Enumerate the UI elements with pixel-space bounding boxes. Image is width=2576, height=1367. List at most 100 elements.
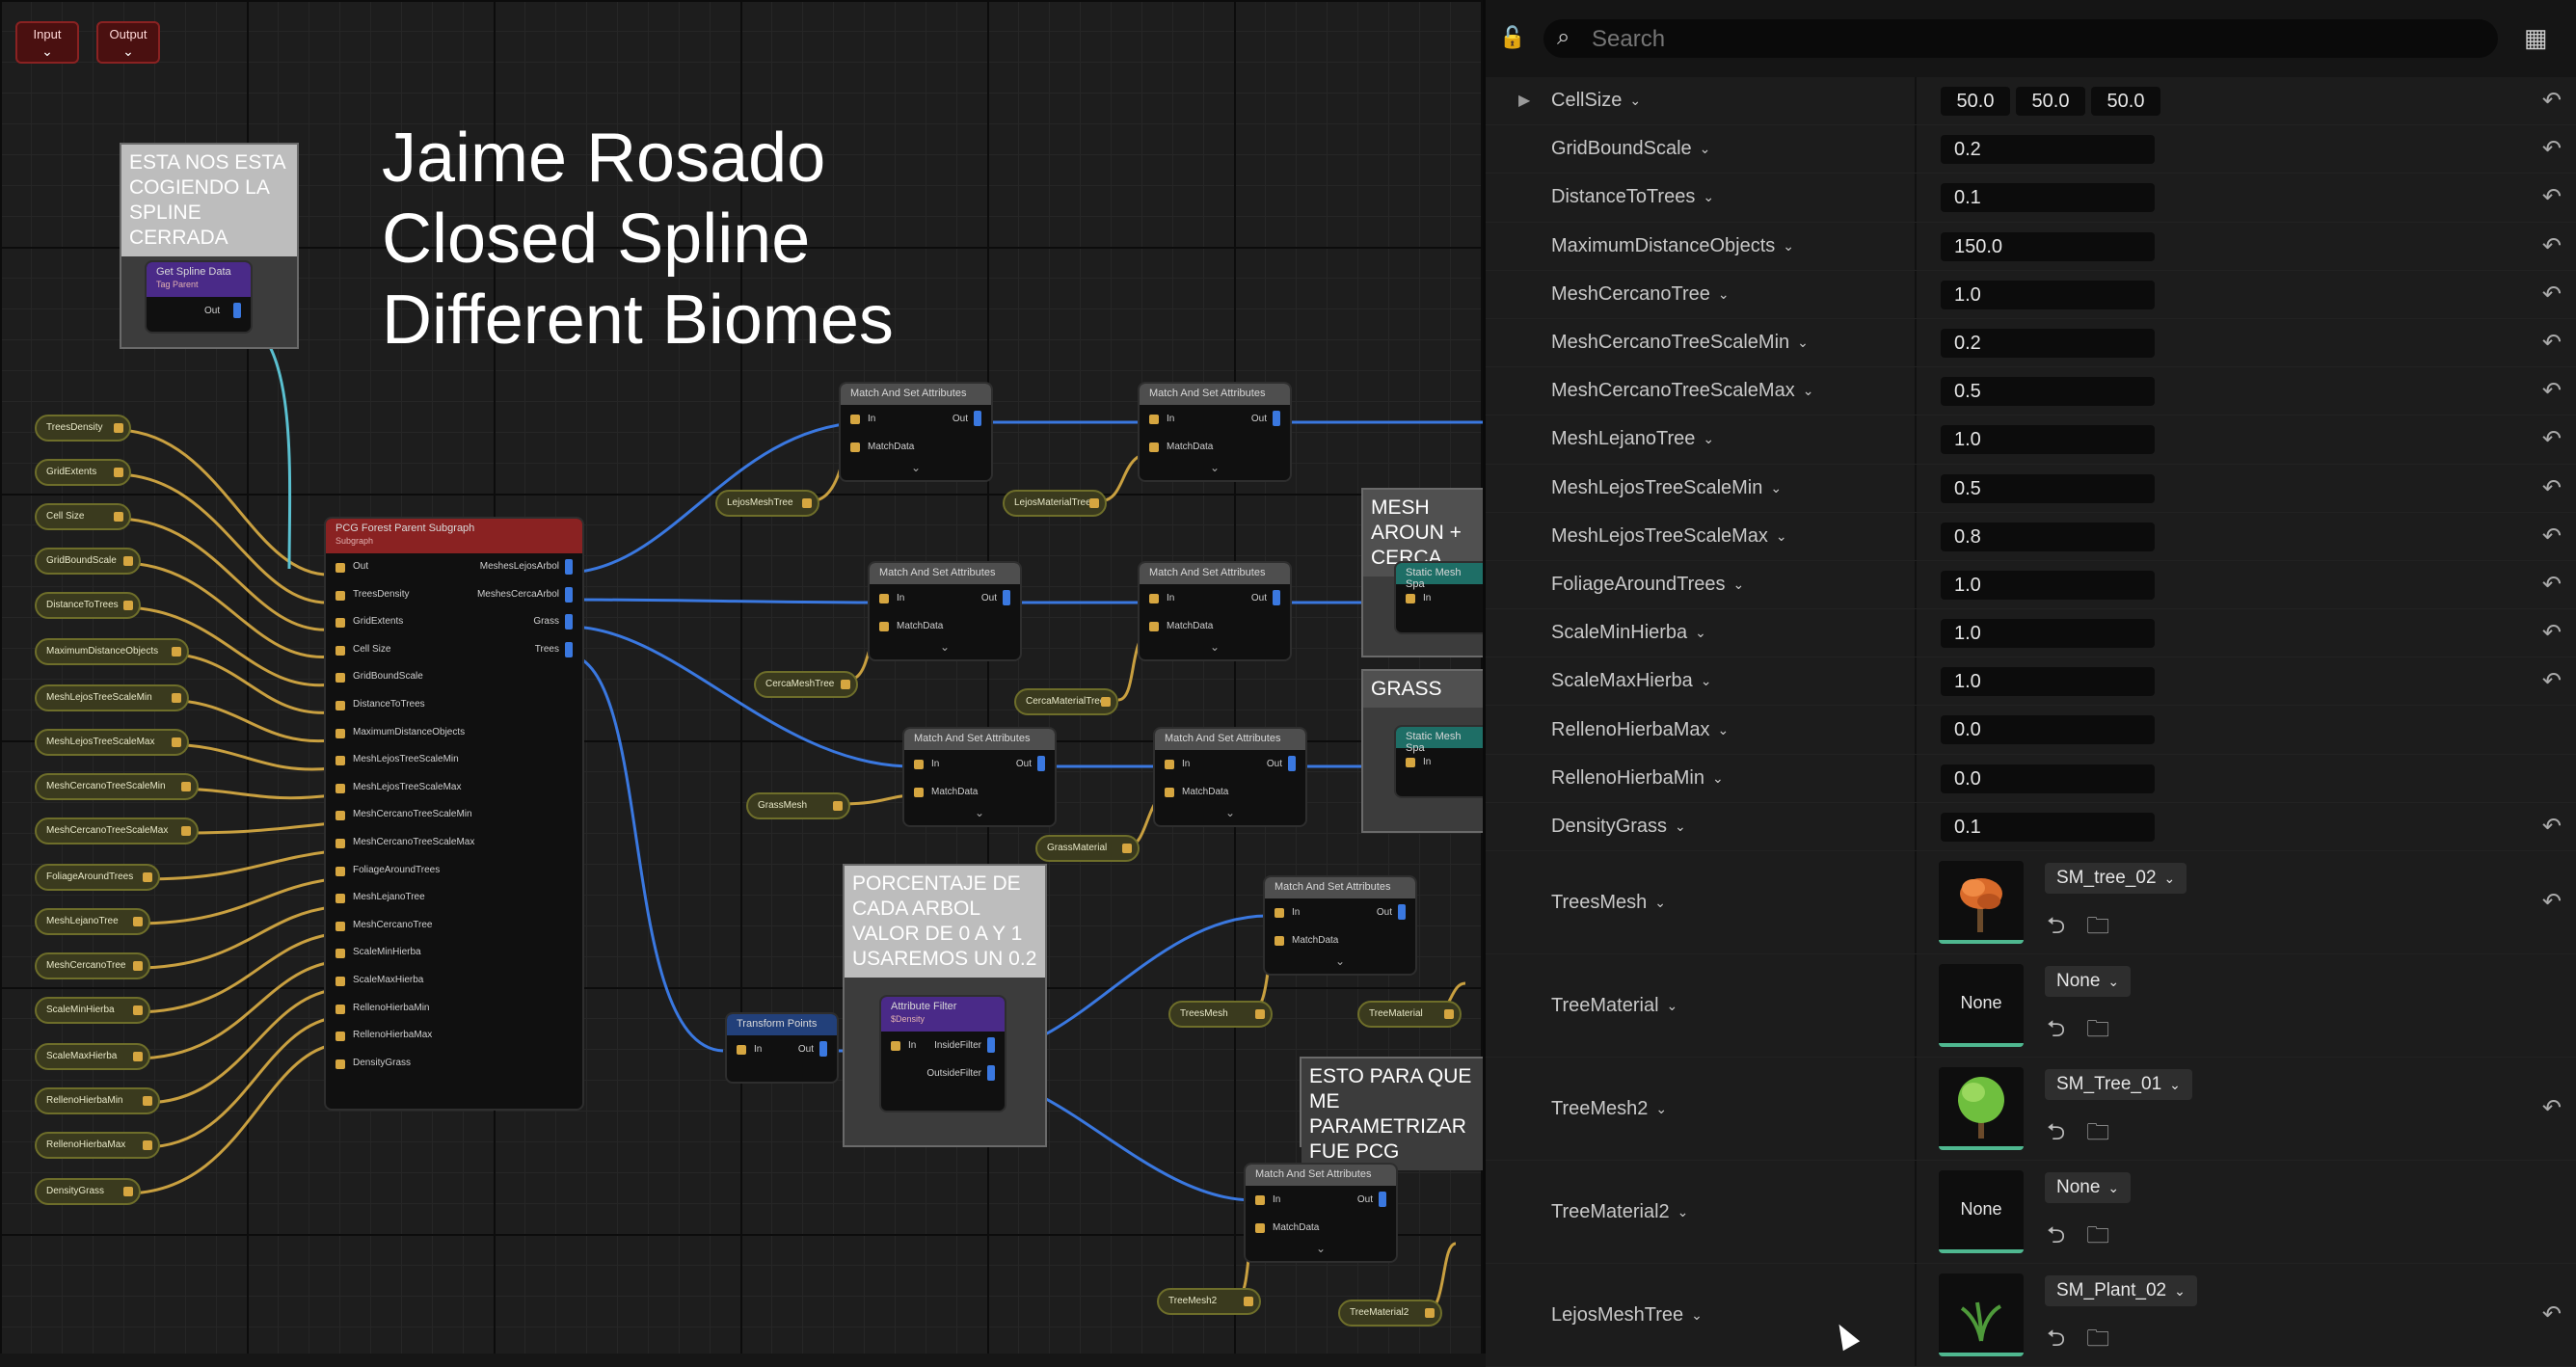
chevron-down-icon[interactable]: ⌄ <box>1265 954 1415 968</box>
output-pin[interactable] <box>143 872 152 882</box>
use-selected-icon[interactable]: ⮌ <box>2047 1322 2065 1361</box>
in-pin[interactable] <box>1149 415 1159 424</box>
param-node-maximumdistanceobjects[interactable]: MaximumDistanceObjects <box>35 638 189 665</box>
chevron-down-icon[interactable]: ⌄ <box>1691 1307 1703 1324</box>
static-mesh-spawner-node[interactable]: Static Mesh Spa In <box>1394 725 1483 798</box>
asset-thumbnail[interactable]: None <box>1939 964 2024 1047</box>
param-node-distancetotrees[interactable]: DistanceToTrees <box>35 592 141 619</box>
match-data-pin[interactable] <box>1165 788 1174 797</box>
match-data-pin[interactable] <box>1149 622 1159 631</box>
chevron-down-icon[interactable]: ⌄ <box>1770 480 1782 496</box>
property-value-field[interactable]: 1.0 <box>1941 570 2155 600</box>
in-pin[interactable] <box>1275 908 1284 918</box>
chevron-down-icon[interactable]: ⌄ <box>841 461 991 474</box>
cellsize-z-field[interactable]: 50.0 <box>2091 87 2160 116</box>
use-selected-icon[interactable]: ⮌ <box>2047 1115 2065 1155</box>
out-pin[interactable] <box>1288 756 1296 771</box>
in-pin[interactable] <box>879 594 889 603</box>
input-pin[interactable] <box>335 811 345 821</box>
reset-to-default-icon[interactable]: ↶ <box>2542 87 2562 115</box>
param-node-scaleminhierba[interactable]: ScaleMinHierba <box>35 997 150 1024</box>
reset-to-default-icon[interactable]: ↶ <box>2542 813 2562 841</box>
browse-folder-icon[interactable]: 🗀 <box>2086 1322 2109 1361</box>
cellsize-y-field[interactable]: 50.0 <box>2016 87 2085 116</box>
input-pin[interactable] <box>335 590 345 601</box>
output-pin[interactable] <box>143 1140 152 1150</box>
in-pin[interactable] <box>737 1045 746 1055</box>
reset-to-default-icon[interactable]: ↶ <box>2542 135 2562 163</box>
chevron-down-icon[interactable]: ⌄ <box>1677 1204 1689 1220</box>
asset-picker-combo[interactable]: SM_Plant_02 ⌄ <box>2045 1275 2197 1306</box>
chevron-down-icon[interactable]: ⌄ <box>1703 189 1714 205</box>
chevron-down-icon[interactable]: ⌄ <box>1718 722 1730 738</box>
reset-to-default-icon[interactable]: ↶ <box>2542 329 2562 357</box>
output-pin[interactable] <box>1089 498 1099 508</box>
param-node-treematerial[interactable]: TreeMaterial <box>1357 1001 1462 1028</box>
property-value-field[interactable]: 0.5 <box>1941 473 2155 503</box>
param-node-meshcercanotree[interactable]: MeshCercanoTree <box>35 952 150 979</box>
in-pin[interactable] <box>1406 758 1415 767</box>
chevron-down-icon[interactable]: ⌄ <box>1783 238 1794 255</box>
use-selected-icon[interactable]: ⮌ <box>2047 909 2065 949</box>
chevron-down-icon[interactable]: ⌄ <box>1703 431 1714 447</box>
cellsize-x-field[interactable]: 50.0 <box>1941 87 2010 116</box>
output-pin[interactable] <box>114 423 123 433</box>
chevron-down-icon[interactable]: ⌄ <box>1732 576 1744 593</box>
property-value-field[interactable]: 0.0 <box>1941 764 2155 793</box>
asset-picker-combo[interactable]: None ⌄ <box>2045 966 2132 997</box>
search-input[interactable] <box>1590 23 2461 56</box>
param-node-meshlejanotree[interactable]: MeshLejanoTree <box>35 908 150 935</box>
attribute-filter-node[interactable]: Attribute Filter $Density In InsideFilter … <box>879 995 1006 1112</box>
reset-to-default-icon[interactable]: ↶ <box>2542 1094 2562 1122</box>
chevron-down-icon[interactable]: ⌄ <box>1654 895 1666 911</box>
reset-to-default-icon[interactable]: ↶ <box>2542 183 2562 211</box>
input-pin[interactable] <box>335 563 345 573</box>
property-value-field[interactable]: 1.0 <box>1941 425 2155 455</box>
table-view-icon[interactable]: ▦ <box>2524 25 2551 52</box>
get-spline-data-node[interactable]: Get Spline Data Tag Parent Out <box>145 260 253 334</box>
param-node-foliagearoundtrees[interactable]: FoliageAroundTrees <box>35 864 160 891</box>
output-pin[interactable] <box>802 498 812 508</box>
input-pin[interactable] <box>335 756 345 766</box>
output-pin[interactable] <box>123 556 133 566</box>
output-pin[interactable] <box>841 680 850 689</box>
asset-thumbnail[interactable] <box>1939 1067 2024 1150</box>
output-pin[interactable] <box>565 559 573 575</box>
transform-points-node[interactable]: Transform Points In Out <box>725 1012 839 1084</box>
input-pin[interactable] <box>335 700 345 710</box>
reset-to-default-icon[interactable]: ↶ <box>2542 377 2562 405</box>
reset-to-default-icon[interactable]: ↶ <box>2542 425 2562 453</box>
output-pin[interactable] <box>172 737 181 747</box>
use-selected-icon[interactable]: ⮌ <box>2047 1219 2065 1258</box>
reset-to-default-icon[interactable]: ↶ <box>2542 281 2562 308</box>
param-node-cell-size[interactable]: Cell Size <box>35 503 131 530</box>
output-pin[interactable] <box>181 826 191 836</box>
chevron-down-icon[interactable]: ⌄ <box>1701 673 1712 689</box>
output-pin[interactable] <box>1255 1009 1265 1019</box>
out-pin[interactable] <box>1379 1192 1386 1207</box>
output-pin[interactable] <box>123 1187 133 1196</box>
search-box[interactable]: ⌕ <box>1543 19 2498 58</box>
output-pin[interactable] <box>565 586 573 603</box>
out-pin[interactable] <box>1037 756 1045 771</box>
browse-folder-icon[interactable]: 🗀 <box>2086 909 2109 949</box>
chevron-down-icon[interactable]: ⌄ <box>904 806 1055 819</box>
pcg-graph-editor[interactable]: Input ⌄ Output ⌄ Jaime Rosado Closed Splin… <box>0 0 1483 1354</box>
input-pin[interactable] <box>335 1032 345 1042</box>
match-and-set-attributes-node[interactable]: Match And Set Attributes In Out MatchData ⌄ <box>1244 1163 1398 1263</box>
chevron-down-icon[interactable]: ⌄ <box>1718 286 1730 303</box>
output-pin[interactable] <box>133 917 143 926</box>
browse-folder-icon[interactable]: 🗀 <box>2086 1219 2109 1258</box>
match-data-pin[interactable] <box>850 442 860 452</box>
pcg-forest-subgraph-node[interactable]: PCG Forest Parent Subgraph Subgraph Out Me… <box>324 517 584 1111</box>
property-value-field[interactable]: 0.2 <box>1941 135 2155 165</box>
chevron-down-icon[interactable]: ⌄ <box>1667 998 1678 1014</box>
chevron-down-icon[interactable]: ⌄ <box>1155 806 1305 819</box>
chevron-down-icon[interactable]: ⌄ <box>870 640 1020 654</box>
output-pin[interactable] <box>123 601 133 610</box>
expand-arrow-icon[interactable]: ▶ <box>1518 91 1530 110</box>
property-value-field[interactable]: 0.2 <box>1941 328 2155 358</box>
property-value-field[interactable]: 1.0 <box>1941 280 2155 309</box>
input-pin[interactable] <box>335 645 345 656</box>
chevron-down-icon[interactable]: ⌄ <box>1675 818 1686 835</box>
